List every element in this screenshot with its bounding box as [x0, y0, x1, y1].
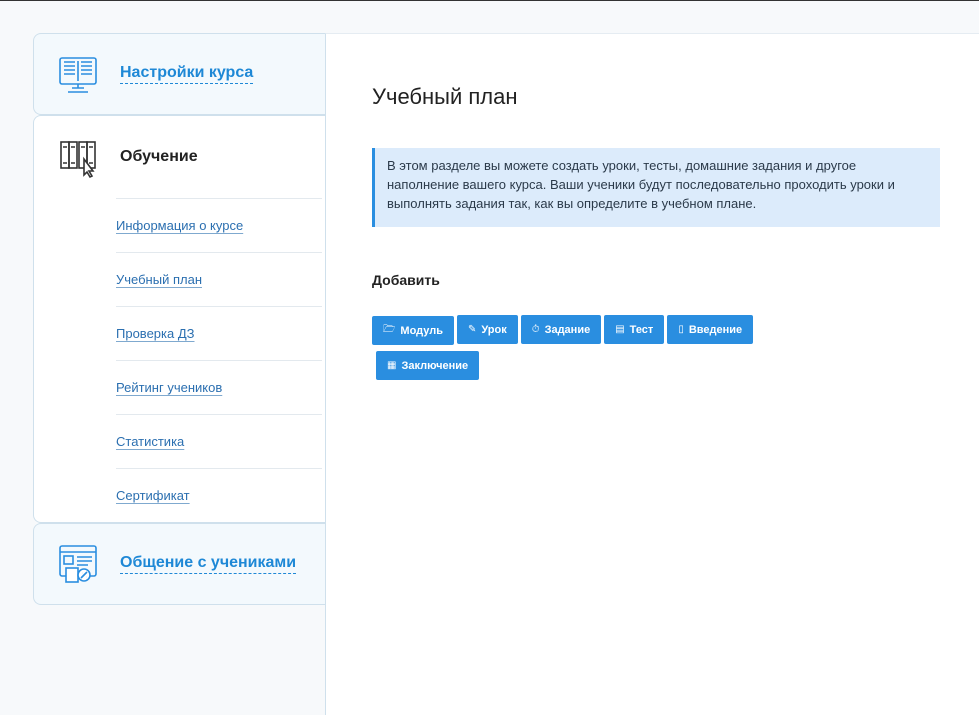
certificate-link[interactable]: Сертификат — [116, 488, 190, 503]
test-icon: ▤ — [615, 324, 625, 335]
chat-document-icon — [54, 540, 102, 588]
list-icon: ▦ — [387, 360, 397, 371]
statistics-link[interactable]: Статистика — [116, 434, 184, 449]
sidebar-item-homework-check: Проверка ДЗ — [116, 306, 322, 360]
communication-link[interactable]: Общение с учениками — [120, 554, 297, 574]
add-assignment-button[interactable]: ⏱ Задание — [520, 315, 602, 344]
curriculum-link[interactable]: Учебный план — [116, 272, 202, 287]
add-label: Добавить — [372, 272, 440, 288]
sidebar-item-certificate: Сертификат — [116, 468, 322, 522]
sidebar-item-course-info: Информация о курсе — [116, 198, 322, 252]
add-module-button[interactable]: 🗁 Модуль — [372, 316, 454, 345]
student-rating-link[interactable]: Рейтинг учеников — [116, 380, 222, 395]
info-box: В этом разделе вы можете создать уроки, … — [372, 148, 940, 227]
main-content: Учебный план В этом разделе вы можете со… — [325, 33, 979, 715]
sidebar-item-curriculum: Учебный план — [116, 252, 322, 306]
sidebar-item-statistics: Статистика — [116, 414, 322, 468]
course-settings-link[interactable]: Настройки курса — [120, 64, 254, 84]
library-books-icon — [54, 133, 102, 181]
sidebar-section-learning: Обучение Информация о курсе Учебный план… — [33, 115, 325, 523]
folder-icon: 🗁 — [383, 324, 396, 335]
timer-icon: ⏱ — [531, 324, 540, 335]
add-lesson-button[interactable]: ✎ Урок — [456, 315, 518, 344]
homework-check-link[interactable]: Проверка ДЗ — [116, 326, 195, 341]
sidebar-section-course-settings[interactable]: Настройки курса — [33, 33, 325, 115]
sidebar-section-communication[interactable]: Общение с учениками — [33, 523, 325, 605]
add-buttons: 🗁 Модуль ✎ Урок ⏱ Задание ▤ Тест ▯ Введение ▦ Заклю… — [372, 315, 852, 386]
learning-header[interactable]: Обучение — [34, 116, 325, 198]
sidebar-item-student-rating: Рейтинг учеников — [116, 360, 322, 414]
sidebar: Настройки курса Обучение Информация о ку… — [33, 33, 325, 605]
page-title: Учебный план — [372, 84, 518, 109]
learning-title: Обучение — [120, 148, 198, 165]
top-border — [0, 0, 979, 1]
add-intro-button[interactable]: ▯ Введение — [667, 315, 754, 344]
add-conclusion-button[interactable]: ▦ Заключение — [376, 351, 480, 380]
learning-menu: Информация о курсе Учебный план Проверка… — [116, 198, 322, 522]
door-icon: ▯ — [678, 324, 684, 335]
course-info-link[interactable]: Информация о курсе — [116, 218, 243, 233]
add-test-button[interactable]: ▤ Тест — [604, 315, 665, 344]
book-monitor-icon — [54, 50, 102, 98]
edit-icon: ✎ — [467, 324, 477, 335]
